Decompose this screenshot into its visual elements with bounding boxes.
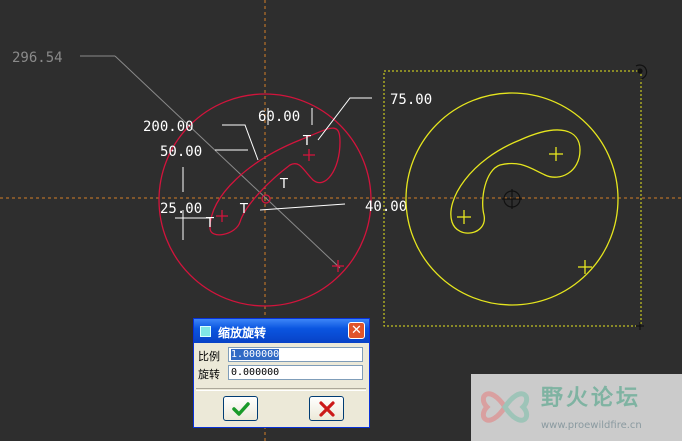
dialog-title-bar[interactable]: 缩放旋转 ✕: [194, 319, 369, 343]
dimension-200-00[interactable]: 200.00: [143, 119, 194, 135]
tangent-mark: T: [302, 134, 311, 149]
watermark-url: www.proewildfire.cn: [541, 420, 642, 431]
dimension-60-00[interactable]: 60.00: [258, 109, 300, 125]
close-button[interactable]: ✕: [348, 322, 365, 339]
dimension-25-00[interactable]: 25.00: [160, 201, 202, 217]
rotate-handle[interactable]: [635, 64, 648, 80]
rotate-input[interactable]: 0.000000: [228, 365, 363, 380]
scale-handle[interactable]: [636, 322, 644, 330]
red-slot-profile: [209, 127, 341, 236]
scale-label: 比例: [198, 350, 220, 363]
tangent-mark: T: [239, 202, 248, 217]
dialog-title: 缩放旋转: [218, 326, 267, 340]
butterfly-logo-icon: [480, 391, 530, 423]
move-handle[interactable]: [502, 189, 522, 209]
dialog-app-icon: [200, 326, 211, 337]
watermark-title: 野火论坛: [541, 386, 642, 411]
dialog-divider: [196, 388, 366, 391]
reference-diagonal: [114, 55, 341, 269]
forum-watermark: 野火论坛 www.proewildfire.cn: [471, 374, 682, 441]
red-center-marker: [261, 194, 271, 204]
dimension-296-54[interactable]: 296.54: [12, 50, 63, 66]
dimension-40-00[interactable]: 40.00: [365, 199, 407, 215]
scale-input[interactable]: 1.000000: [228, 347, 363, 362]
rotate-label: 旋转: [198, 368, 220, 381]
tangent-mark: T: [279, 177, 288, 192]
dimension-75-00[interactable]: 75.00: [390, 92, 432, 108]
check-icon: [232, 402, 250, 416]
cancel-button[interactable]: [309, 396, 344, 421]
x-icon: [319, 401, 335, 417]
tangent-mark: T: [205, 216, 214, 231]
ok-button[interactable]: [223, 396, 258, 421]
dimension-50-00[interactable]: 50.00: [160, 144, 202, 160]
